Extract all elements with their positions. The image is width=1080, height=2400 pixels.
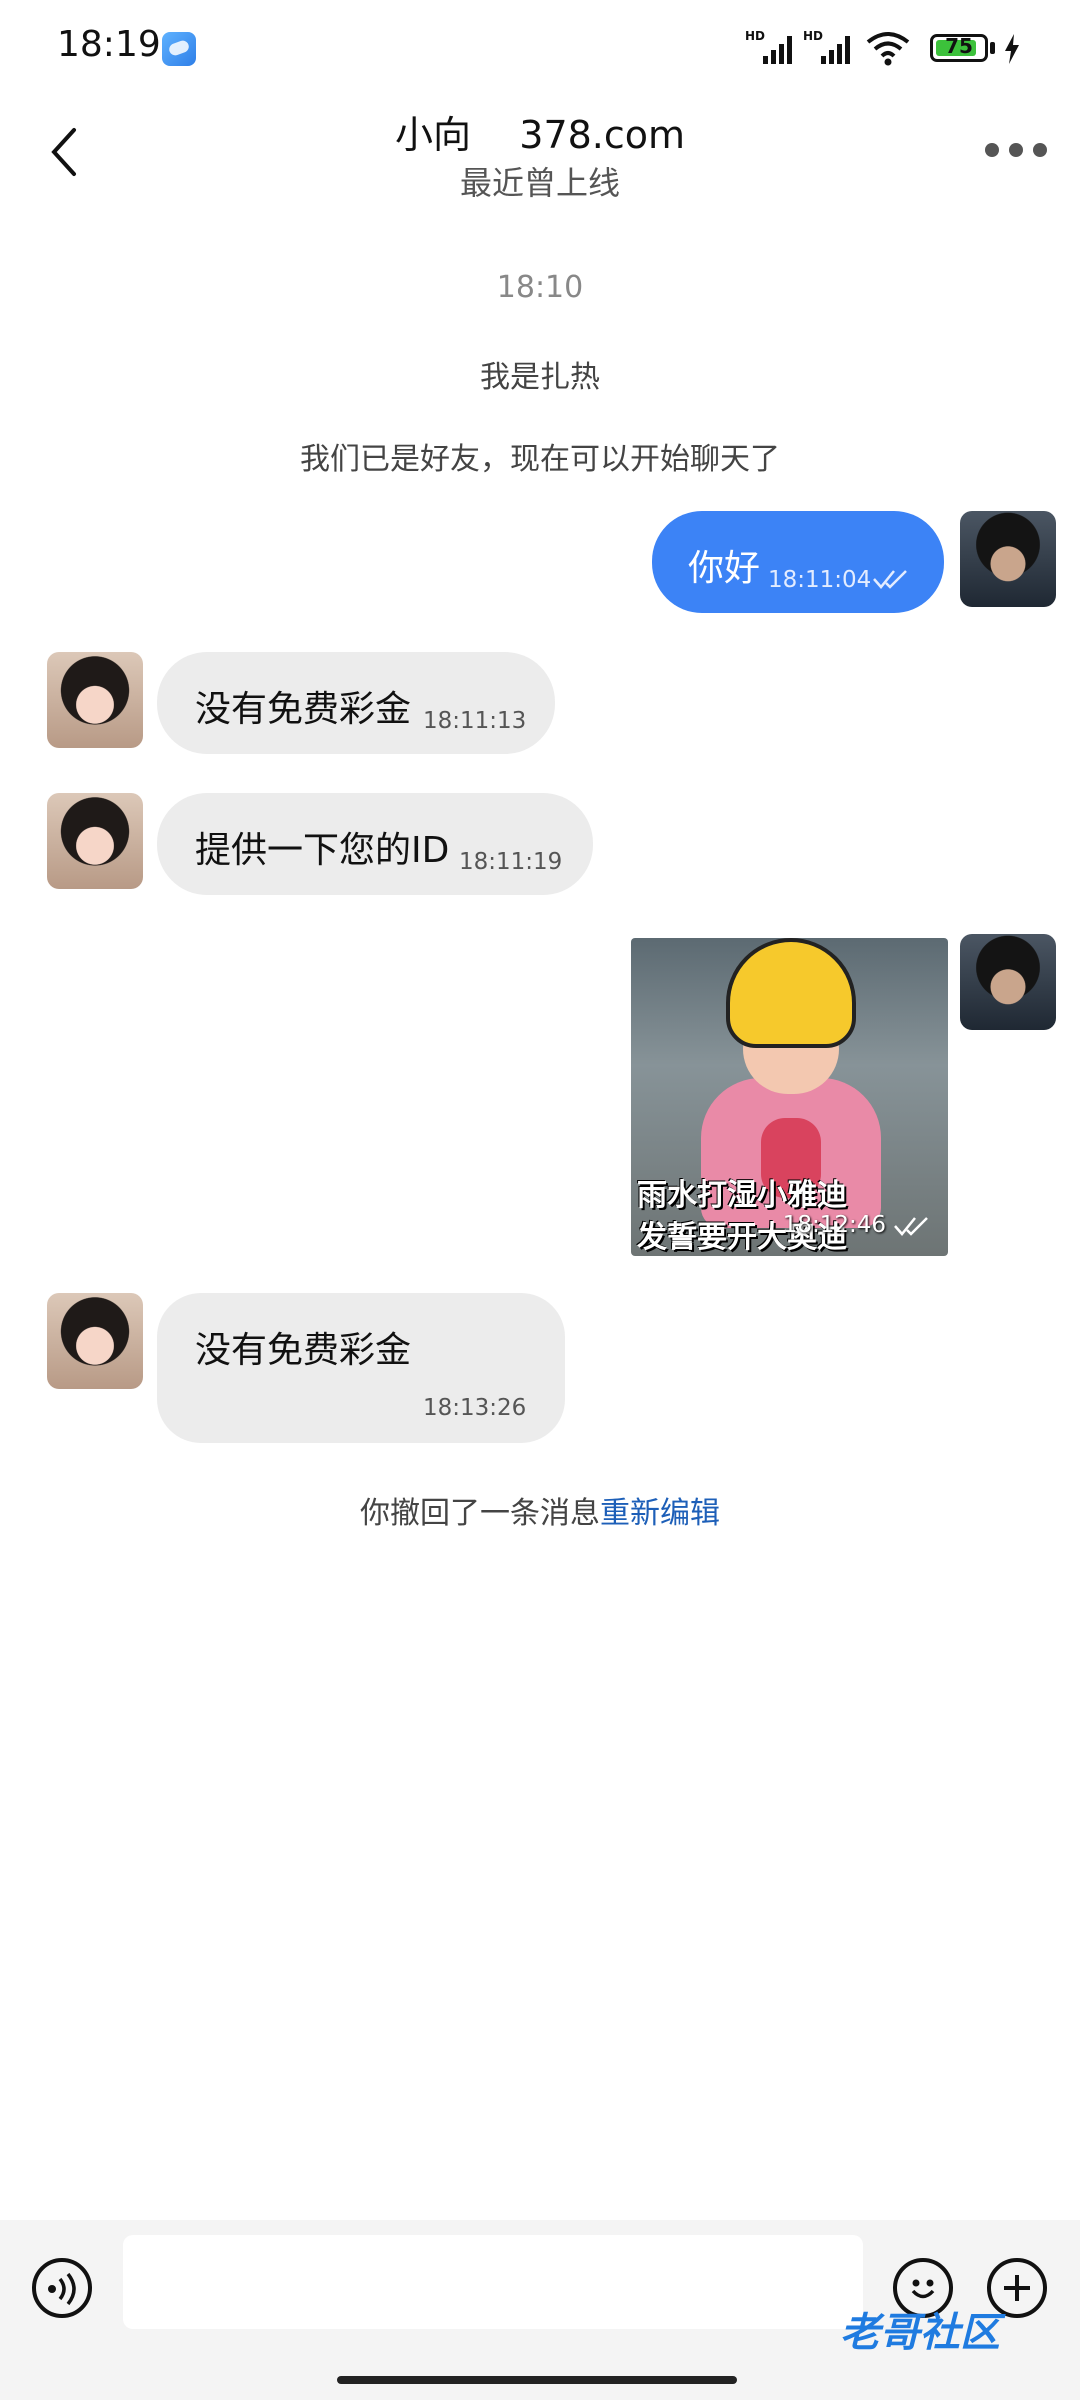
avatar[interactable] xyxy=(47,793,143,889)
message-input[interactable] xyxy=(123,2235,863,2329)
message-time: 18:11:13 xyxy=(423,708,527,734)
battery-cap xyxy=(990,42,995,54)
add-icon xyxy=(1004,2275,1030,2301)
wifi-icon xyxy=(866,32,910,66)
message-text: 没有免费彩金 xyxy=(195,1330,412,1371)
image-message[interactable]: 雨水打湿小雅迪 发誓要开大奥迪 18:12:46 xyxy=(631,938,948,1256)
recall-text: 你撤回了一条消息 xyxy=(360,1496,600,1531)
message-text: 没有免费彩金 xyxy=(195,689,412,730)
chat-title: 小向 378.com xyxy=(394,113,686,157)
message-text: 提供一下您的ID xyxy=(195,830,450,871)
voice-button[interactable] xyxy=(32,2258,92,2318)
re-edit-link[interactable]: 重新编辑 xyxy=(600,1496,720,1531)
charging-icon xyxy=(1005,34,1019,64)
status-time: 18:19 xyxy=(57,24,161,65)
battery-level: 75 xyxy=(945,34,973,58)
system-message: 我们已是好友，现在可以开始聊天了 xyxy=(300,442,780,477)
battery-icon: 75 xyxy=(930,34,988,62)
system-message: 我是扎热 xyxy=(480,360,600,395)
message-bubble[interactable]: 提供一下您的ID 18:11:19 xyxy=(157,793,593,895)
signal-icon: HD xyxy=(803,29,850,64)
voice-icon xyxy=(48,2272,76,2306)
message-bubble[interactable]: 没有免费彩金 18:11:13 xyxy=(157,652,555,754)
message-bubble[interactable]: 你好 18:11:04 xyxy=(652,511,944,613)
online-status: 最近曾上线 xyxy=(459,164,620,202)
avatar[interactable] xyxy=(960,934,1056,1030)
app-icon xyxy=(162,32,196,66)
svg-text:HD: HD xyxy=(803,29,823,43)
signal-icon: HD xyxy=(745,29,792,64)
avatar[interactable] xyxy=(960,511,1056,607)
recall-notice: 你撤回了一条消息重新编辑 xyxy=(0,1488,1080,1532)
svg-text:HD: HD xyxy=(745,29,765,43)
home-indicator[interactable] xyxy=(337,2376,737,2384)
image-caption: 雨水打湿小雅迪 xyxy=(637,1178,847,1213)
message-bubble[interactable]: 没有免费彩金 18:13:26 xyxy=(157,1293,565,1443)
message-time: 18:11:19 xyxy=(459,849,563,875)
avatar[interactable] xyxy=(47,1293,143,1389)
read-check-icon xyxy=(873,570,907,589)
message-time: 18:13:26 xyxy=(423,1395,527,1421)
message-time: 18:11:04 xyxy=(768,567,872,593)
watermark-logo: 老哥社区 xyxy=(840,2310,1000,2356)
message-time: 18:12:46 xyxy=(782,1212,886,1238)
chat-timestamp: 18:10 xyxy=(496,270,584,305)
avatar[interactable] xyxy=(47,652,143,748)
more-icon[interactable] xyxy=(984,140,1048,160)
read-check-icon xyxy=(894,1217,928,1236)
message-text: 你好 xyxy=(688,548,761,589)
